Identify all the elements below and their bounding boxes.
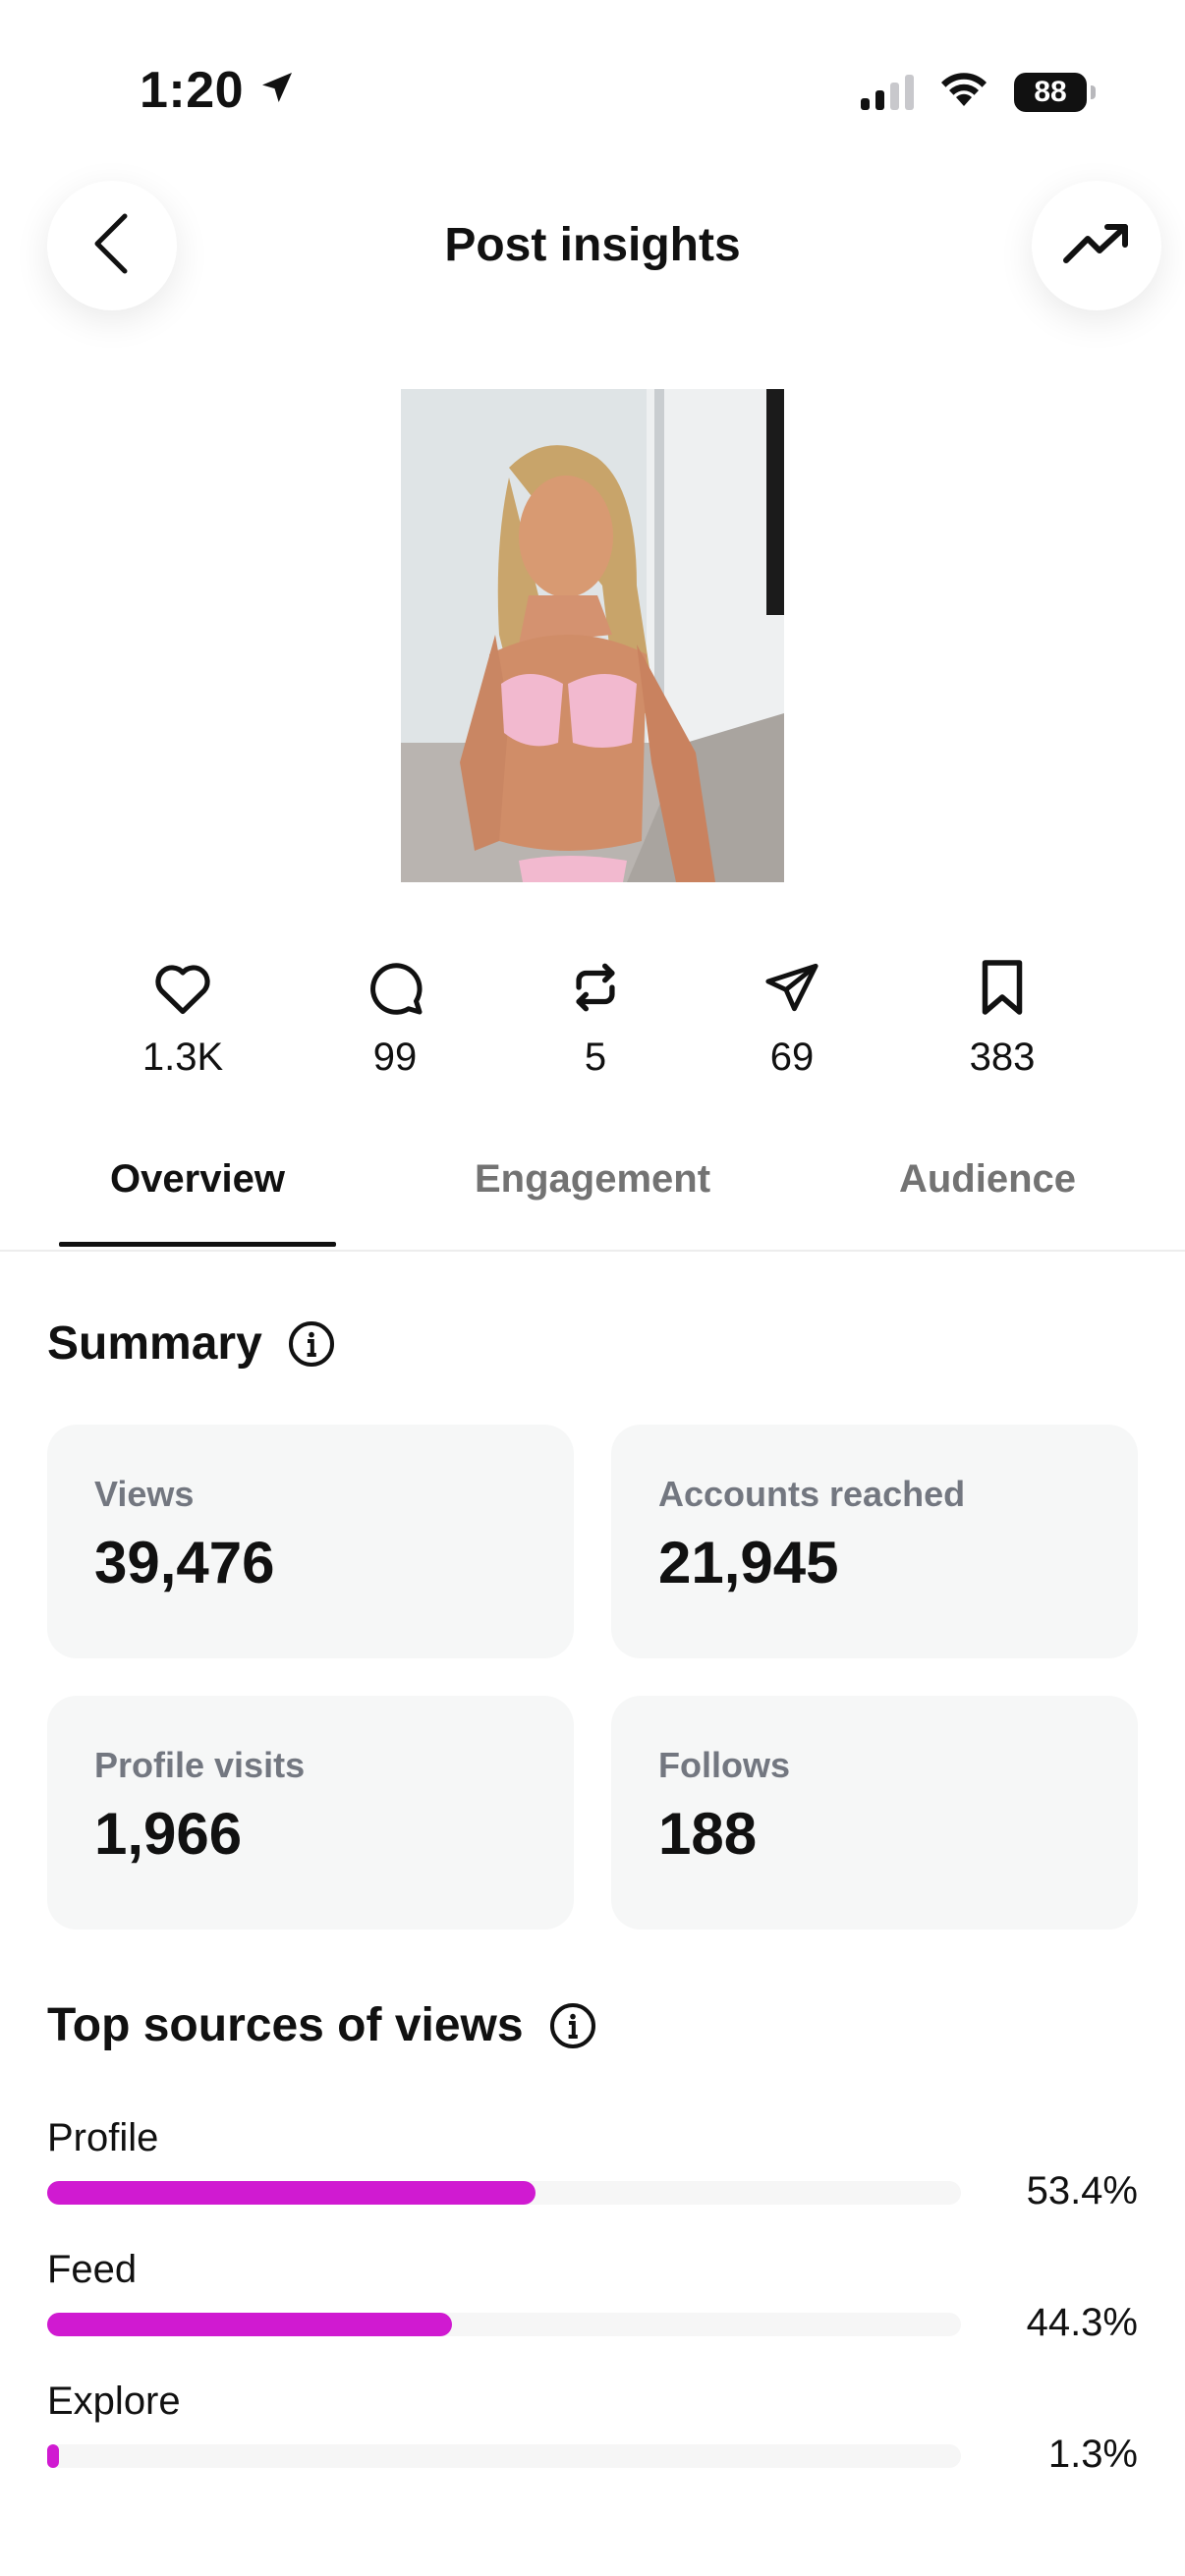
- info-icon[interactable]: [288, 1320, 335, 1368]
- tab-overview[interactable]: Overview: [59, 1157, 336, 1202]
- accounts-reached-card[interactable]: Accounts reached 21,945: [611, 1425, 1138, 1658]
- battery-indicator: 88: [1014, 72, 1096, 112]
- tab-audience[interactable]: Audience: [865, 1157, 1110, 1202]
- summary-title: Summary: [47, 1317, 262, 1370]
- status-indicators: 88: [861, 71, 1096, 113]
- page-title: Post insights: [444, 219, 741, 271]
- reposts-metric[interactable]: 5: [507, 955, 684, 1080]
- top-sources-heading: Top sources of views: [47, 1998, 596, 2052]
- source-bar-fill: [47, 2313, 452, 2336]
- follows-value: 188: [658, 1801, 758, 1867]
- post-metrics: 1.3K 99 5 69 383: [0, 955, 1185, 1102]
- follows-label: Follows: [658, 1745, 790, 1785]
- source-name: Explore: [47, 2380, 181, 2423]
- source-bar-track: [47, 2181, 961, 2205]
- post-photo: [401, 389, 784, 882]
- battery-level: 88: [1034, 75, 1067, 108]
- shares-metric[interactable]: 69: [704, 955, 880, 1080]
- post-insights-screen: 1:20 88 Post insights 1.3K 99 5 69 383 O…: [0, 0, 1185, 2576]
- source-profile: Profile 53.4%: [47, 2116, 1138, 2212]
- source-bar-fill: [47, 2444, 60, 2468]
- trending-up-icon: [1062, 221, 1131, 271]
- likes-count: 1.3K: [141, 1036, 224, 1079]
- source-name: Profile: [47, 2116, 159, 2159]
- top-sources-list: Profile 53.4% Feed 44.3% Explore 1.3%: [0, 2089, 1185, 2472]
- saves-metric[interactable]: 383: [914, 955, 1091, 1080]
- likes-metric[interactable]: 1.3K: [94, 955, 271, 1080]
- cellular-signal-icon: [861, 74, 914, 110]
- profile-visits-card[interactable]: Profile visits 1,966: [47, 1696, 574, 1930]
- source-percent: 53.4%: [1026, 2169, 1138, 2212]
- accounts-reached-value: 21,945: [658, 1530, 839, 1596]
- source-name: Feed: [47, 2248, 138, 2291]
- views-label: Views: [94, 1474, 195, 1514]
- profile-visits-value: 1,966: [94, 1801, 243, 1867]
- bookmark-icon: [977, 958, 1028, 1022]
- insights-tabs: Overview Engagement Audience: [0, 1148, 1185, 1252]
- heart-icon: [152, 959, 213, 1021]
- share-icon: [762, 959, 821, 1021]
- source-percent: 44.3%: [1026, 2301, 1138, 2344]
- status-time-text: 1:20: [140, 62, 245, 119]
- trends-button[interactable]: [1032, 181, 1161, 310]
- views-card[interactable]: Views 39,476: [47, 1425, 574, 1658]
- reposts-count: 5: [584, 1036, 607, 1079]
- wifi-icon: [939, 71, 988, 113]
- active-tab-indicator: [59, 1242, 336, 1247]
- source-bar-track: [47, 2444, 961, 2468]
- source-bar-fill: [47, 2181, 536, 2205]
- summary-heading: Summary: [47, 1316, 335, 1371]
- shares-count: 69: [769, 1036, 815, 1079]
- top-sources-title: Top sources of views: [47, 1999, 524, 2051]
- info-icon[interactable]: [549, 2002, 596, 2049]
- repost-icon: [567, 958, 624, 1022]
- views-value: 39,476: [94, 1530, 275, 1596]
- post-thumbnail[interactable]: [401, 389, 784, 882]
- comment-icon: [366, 958, 424, 1022]
- location-arrow-icon: [257, 61, 297, 120]
- source-feed: Feed 44.3%: [47, 2248, 1138, 2344]
- comments-count: 99: [372, 1036, 418, 1079]
- follows-card[interactable]: Follows 188: [611, 1696, 1138, 1930]
- tab-engagement[interactable]: Engagement: [444, 1157, 741, 1202]
- accounts-reached-label: Accounts reached: [658, 1474, 966, 1514]
- source-explore: Explore 1.3%: [47, 2380, 1138, 2472]
- status-time: 1:20: [140, 61, 297, 120]
- profile-visits-label: Profile visits: [94, 1745, 306, 1785]
- source-bar-track: [47, 2313, 961, 2336]
- source-percent: 1.3%: [1047, 2433, 1138, 2472]
- saves-count: 383: [969, 1036, 1036, 1079]
- comments-metric[interactable]: 99: [307, 955, 483, 1080]
